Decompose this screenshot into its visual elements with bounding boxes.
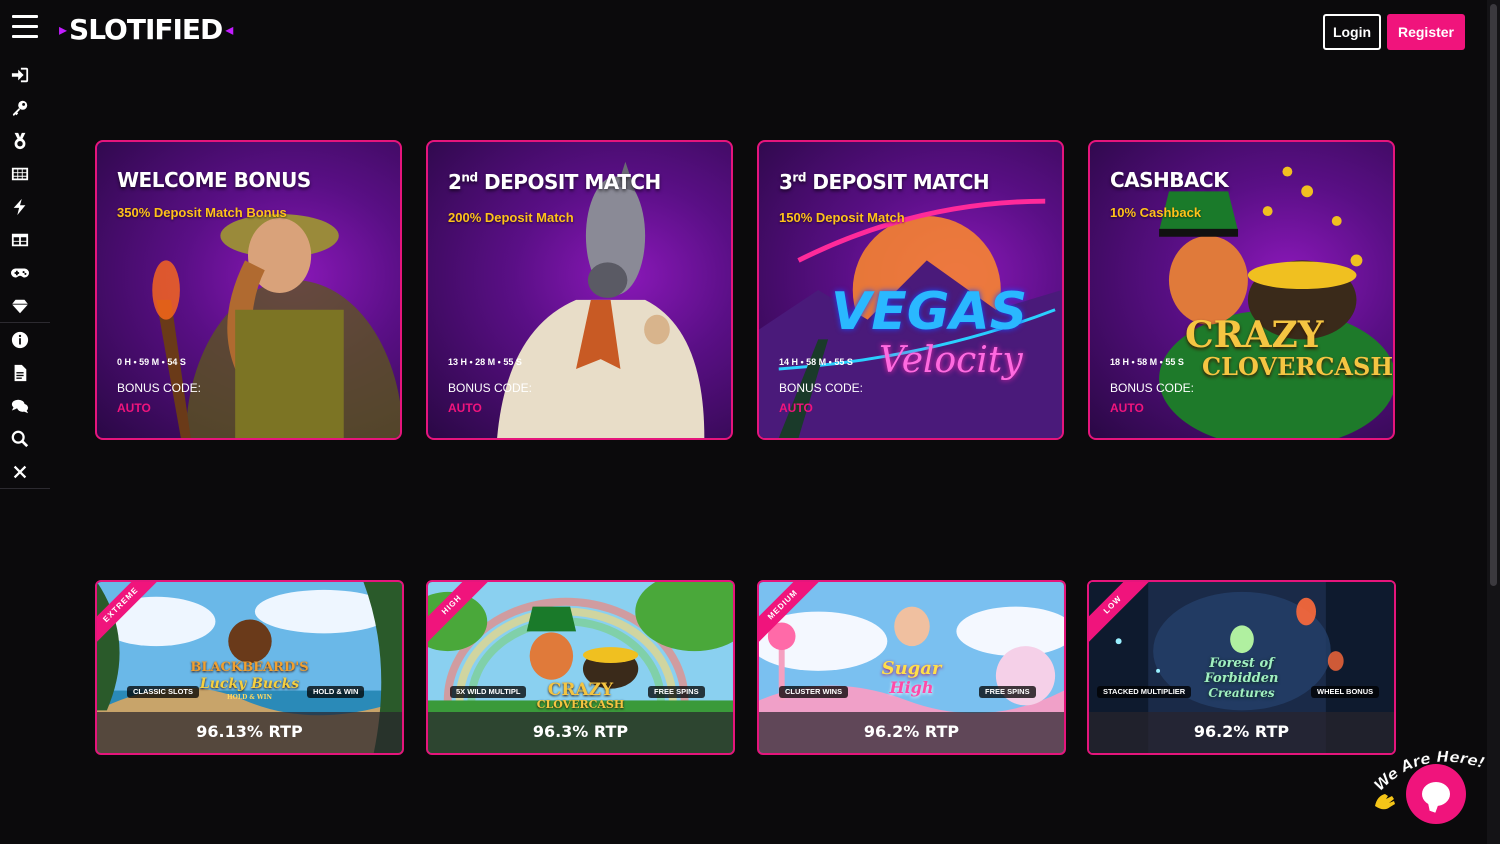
promo-code: AUTO <box>1110 401 1144 415</box>
promo-code-label: BONUS CODE: <box>779 381 864 395</box>
feature-tag: FREE SPINS <box>648 686 705 698</box>
menu-icon[interactable] <box>12 15 38 39</box>
diamond-icon <box>11 299 29 313</box>
feature-tag: WHEEL BONUS <box>1311 686 1380 698</box>
sidebar-item-register[interactable] <box>0 91 50 124</box>
site-logo[interactable]: ▸ SLOTIFIED ◂ <box>56 12 235 46</box>
promo-timer: 18 H • 58 M • 55 S <box>1110 357 1184 367</box>
sidebar-item-support[interactable] <box>0 389 50 422</box>
waving-hand-icon <box>1372 792 1398 814</box>
lightning-icon <box>13 198 26 215</box>
promo-timer: 14 H • 58 M • 55 S <box>779 357 853 367</box>
feature-tag: FREE SPINS <box>979 686 1036 698</box>
sign-in-icon <box>11 67 29 82</box>
sidebar-item-close[interactable] <box>0 455 50 488</box>
sidebar-item-search[interactable] <box>0 422 50 455</box>
promo-title-number: 2 <box>448 170 462 194</box>
sidebar-item-table-games[interactable] <box>0 223 50 256</box>
search-icon <box>11 430 29 447</box>
vegas-logo-text: VEGAS <box>831 282 1028 342</box>
sidebar-item-rewards[interactable] <box>0 124 50 157</box>
promo-title-number: 3 <box>779 170 793 194</box>
promo-title-suffix: rd <box>792 170 806 185</box>
sidebar-item-info[interactable] <box>0 323 50 356</box>
document-icon <box>14 364 27 381</box>
sidebar-item-slots[interactable] <box>0 157 50 190</box>
info-icon <box>11 331 29 348</box>
promo-subtitle: 150% Deposit Match <box>779 210 905 225</box>
page-scrollbar[interactable] <box>1487 0 1500 844</box>
promo-title-suffix: nd <box>461 170 478 185</box>
promo-code-label: BONUS CODE: <box>448 381 533 395</box>
gamepad-icon <box>11 268 29 277</box>
login-button[interactable]: Login <box>1323 14 1381 50</box>
promo-code-label: BONUS CODE: <box>1110 381 1195 395</box>
promo-code: AUTO <box>779 401 813 415</box>
promo-code: AUTO <box>117 401 151 415</box>
sidebar-item-login[interactable] <box>0 58 50 91</box>
velocity-logo-text: Velocity <box>879 340 1023 381</box>
game-card-sugar-high[interactable]: Sugar High MEDIUM CLUSTER WINS FREE SPIN… <box>757 580 1066 755</box>
register-button[interactable]: Register <box>1387 14 1465 50</box>
feature-tag: STACKED MULTIPLIER <box>1097 686 1192 698</box>
scrollbar-thumb[interactable] <box>1490 4 1497 586</box>
promo-card-cashback[interactable]: CRAZY CLOVERCASH CASHBACK 10% Cashback 1… <box>1088 140 1395 440</box>
sidebar-item-fast-games[interactable] <box>0 190 50 223</box>
rtp-label: 96.3% RTP <box>532 722 629 741</box>
feature-tag: 5X WILD MULTIPL <box>450 686 527 698</box>
promo-timer: 0 H • 59 M • 54 S <box>117 357 186 367</box>
chat-icon <box>11 399 29 413</box>
promo-subtitle: 10% Cashback <box>1110 205 1202 220</box>
feature-tag: CLUSTER WINS <box>779 686 849 698</box>
sidebar-item-games[interactable] <box>0 256 50 289</box>
chat-bubble-icon <box>1422 782 1450 806</box>
sidebar-nav <box>0 58 50 489</box>
promo-card-2nd-deposit[interactable]: 2nd DEPOSIT MATCH 200% Deposit Match 13 … <box>426 140 733 440</box>
game-logo-line: Forest of <box>1209 656 1274 671</box>
table-icon <box>11 233 29 246</box>
promo-subtitle: 200% Deposit Match <box>448 210 574 225</box>
promo-title-text: DEPOSIT MATCH <box>477 170 661 194</box>
crazy-logo-text: CRAZY <box>1185 314 1324 356</box>
promo-title: CASHBACK <box>1110 168 1229 192</box>
sidebar-item-terms[interactable] <box>0 356 50 389</box>
promo-card-3rd-deposit[interactable]: VEGAS Velocity 3rd DEPOSIT MATCH 150% De… <box>757 140 1064 440</box>
promo-subtitle: 350% Deposit Match Bonus <box>117 205 287 220</box>
close-icon <box>13 465 27 478</box>
rtp-label: 96.13% RTP <box>196 722 303 741</box>
feature-tag: HOLD & WIN <box>307 686 365 698</box>
grid-icon <box>11 167 29 180</box>
promo-card-welcome-bonus[interactable]: WELCOME BONUS 350% Deposit Match Bonus 0… <box>95 140 402 440</box>
game-card-crazy-clovercash[interactable]: CRAZY CLOVERCASH HIGH 5X WILD MULTIPL FR… <box>426 580 735 755</box>
promo-code: AUTO <box>448 401 482 415</box>
promo-code-label: BONUS CODE: <box>117 381 202 395</box>
rtp-label: 96.2% RTP <box>863 722 960 741</box>
logo-text: SLOTIFIED <box>69 12 223 46</box>
game-logo-line: CLOVERCASH <box>536 698 625 711</box>
promo-title: 3rd DEPOSIT MATCH <box>779 170 990 194</box>
clovercash-logo-text: CLOVERCASH <box>1202 352 1394 381</box>
sidebar-item-vip[interactable] <box>0 289 50 322</box>
promo-title-text: DEPOSIT MATCH <box>805 170 990 194</box>
medal-icon <box>14 132 26 149</box>
promo-title: WELCOME BONUS <box>117 168 311 192</box>
rtp-label: 96.2% RTP <box>1193 722 1290 741</box>
game-logo-line: Forbidden <box>1204 671 1279 686</box>
promo-timer: 13 H • 28 M • 55 S <box>448 357 522 367</box>
sidebar-divider <box>0 488 50 489</box>
game-card-blackbeards-lucky-bucks[interactable]: BLACKBEARD'S Lucky Bucks HOLD & WIN EXTR… <box>95 580 404 755</box>
chat-button[interactable] <box>1406 764 1466 824</box>
key-icon <box>12 100 28 116</box>
promo-title: 2nd DEPOSIT MATCH <box>448 170 661 194</box>
game-card-forest-of-forbidden-creatures[interactable]: Forest of Forbidden Creatures LOW STACKE… <box>1087 580 1396 755</box>
game-logo-line: BLACKBEARD'S <box>190 660 309 675</box>
feature-tag: CLASSIC SLOTS <box>127 686 200 698</box>
game-logo-line: Sugar <box>881 658 942 679</box>
